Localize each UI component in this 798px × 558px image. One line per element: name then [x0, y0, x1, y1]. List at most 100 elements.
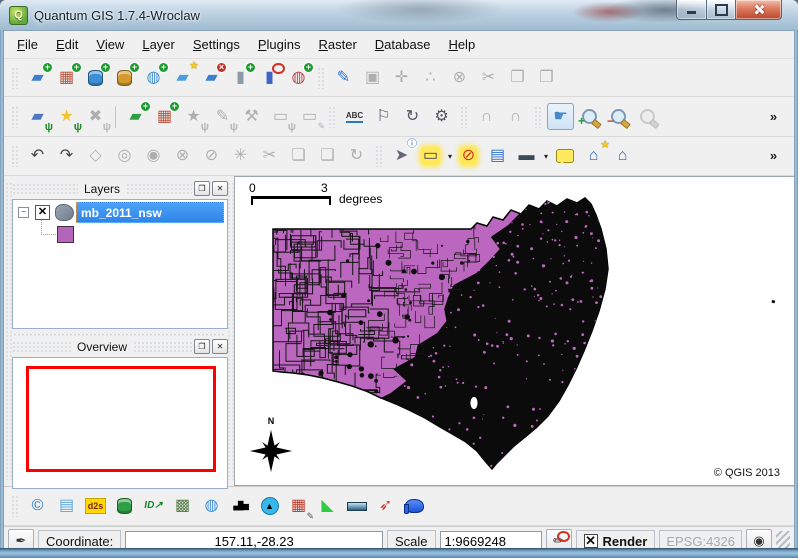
delete-part-button: ⊘	[198, 143, 225, 170]
north-label: N	[247, 416, 295, 426]
vector-layer-icon	[55, 204, 74, 221]
remove-layer-button[interactable]: ▰×	[198, 64, 225, 91]
select-features-button-dropdown[interactable]: ▾	[446, 152, 454, 161]
layer-visibility-checkbox[interactable]	[35, 205, 50, 220]
pan-map-button[interactable]: ☛	[547, 103, 574, 130]
panel-close-icon[interactable]	[212, 339, 228, 354]
simplify-feature-button: ◇	[82, 143, 109, 170]
north-arrow-plugin-button[interactable]: ▲	[256, 493, 283, 520]
label-properties-button[interactable]: ⚙	[428, 103, 455, 130]
toolbar-drag-handle[interactable]	[328, 106, 336, 128]
menu-help[interactable]: Help	[439, 33, 484, 56]
labeling-button[interactable]: ABC	[341, 103, 368, 130]
show-bookmarks-button[interactable]: ⌂	[609, 143, 636, 170]
evis-db-connection-plugin-button[interactable]	[111, 493, 138, 520]
menu-database[interactable]: Database	[366, 33, 440, 56]
maximize-button[interactable]	[707, 0, 735, 20]
toolbar-drag-handle[interactable]	[11, 145, 19, 167]
menu-file[interactable]: File	[8, 33, 47, 56]
overview-panel-header[interactable]: Overview	[12, 336, 228, 357]
nsw-meshblock-map[interactable]	[235, 177, 794, 485]
delete-selected-button: ⊗	[446, 64, 473, 91]
dxf2shp-plugin-button[interactable]: d2s	[82, 493, 109, 520]
add-postgis-layer-button[interactable]: +	[82, 64, 109, 91]
new-bookmark-button[interactable]: ⌂★	[580, 143, 607, 170]
layers-panel-header[interactable]: Layers	[12, 178, 228, 199]
toolbar-extension-row2-button[interactable]: »	[760, 103, 787, 130]
globe-plugin-button[interactable]: ◍	[198, 493, 225, 520]
toolbar-drag-handle[interactable]	[317, 67, 325, 89]
panel-float-icon[interactable]	[194, 339, 210, 354]
title-bar[interactable]: Quantum GIS 1.7.4-Wroclaw	[0, 0, 798, 31]
toolbar-drag-handle[interactable]	[375, 145, 383, 167]
move-label-button[interactable]: ⚐	[370, 103, 397, 130]
profile-plugin-button[interactable]: ▄█▅	[227, 493, 254, 520]
spit-elephant-plugin-button[interactable]	[401, 493, 428, 520]
toolbar-drag-handle[interactable]	[11, 67, 19, 89]
close-button[interactable]	[735, 0, 782, 20]
zoom-in-button[interactable]: +	[576, 103, 603, 130]
menu-plugins[interactable]: Plugins	[249, 33, 310, 56]
toolbar-extension-row3-button[interactable]: »	[760, 143, 787, 170]
layer-item-selected[interactable]: mb_2011_nsw	[76, 202, 224, 223]
toolbar-drag-handle[interactable]	[11, 106, 19, 128]
toolbar-drag-handle[interactable]	[11, 495, 19, 517]
deselect-features-button[interactable]: ⊘	[455, 143, 482, 170]
toolbar-drag-handle[interactable]	[534, 106, 542, 128]
add-wms-layer-button[interactable]: ◍+	[140, 64, 167, 91]
display-grass-region-button: ▭ψ	[267, 103, 294, 130]
minimize-button[interactable]	[676, 0, 707, 20]
mapserver-export-button[interactable]: ▮	[256, 64, 283, 91]
new-grass-mapset-button[interactable]: ★ψ	[53, 103, 80, 130]
evis-event-browser-plugin-button[interactable]: ▩	[169, 493, 196, 520]
map-tips-button[interactable]	[551, 143, 578, 170]
scale-bar-max-label: 3	[321, 181, 328, 195]
add-gpx-layer-button[interactable]: ▮+	[227, 64, 254, 91]
map-canvas[interactable]: 0 3 degrees N © QGIS 2013	[234, 176, 794, 486]
add-grass-raster-layer-button[interactable]: ▦+	[151, 103, 178, 130]
panel-float-icon[interactable]	[194, 181, 210, 196]
dock-handle-right[interactable]	[227, 182, 234, 480]
open-grass-mapset-button[interactable]: ▰ψ	[24, 103, 51, 130]
zoom-out-button[interactable]: −	[605, 103, 632, 130]
scale-bar-plugin-button[interactable]	[343, 493, 370, 520]
add-wfs-layer-button[interactable]: ◍+	[285, 64, 312, 91]
road-graph-plugin-button[interactable]: ➶	[372, 493, 399, 520]
undo-button[interactable]: ↶	[24, 143, 51, 170]
measure-button-dropdown[interactable]: ▾	[542, 152, 550, 161]
north-arrow: N	[247, 416, 295, 481]
scale-bar-unit: degrees	[339, 192, 382, 206]
panel-close-icon[interactable]	[212, 181, 228, 196]
menu-edit[interactable]: Edit	[47, 33, 87, 56]
measure-button[interactable]: ▬	[513, 143, 540, 170]
add-grass-vector-layer-button[interactable]: ▰+	[122, 103, 149, 130]
identify-button[interactable]: ➤ⓘ	[388, 143, 415, 170]
layer-expander-icon[interactable]	[18, 207, 29, 218]
redo-button[interactable]: ↷	[53, 143, 80, 170]
menu-raster[interactable]: Raster	[309, 33, 365, 56]
maximize-icon	[715, 4, 728, 16]
add-spatialite-layer-button[interactable]: +	[111, 64, 138, 91]
evis-id-tool-plugin-button[interactable]: ID↗	[140, 493, 167, 520]
menu-settings[interactable]: Settings	[184, 33, 249, 56]
layer-color-swatch[interactable]	[57, 226, 74, 243]
add-raster-layer-button[interactable]: ▦+	[53, 64, 80, 91]
raster-palette-plugin-button[interactable]: ▦✎	[285, 493, 312, 520]
copyright-label-plugin-button[interactable]: ©	[24, 493, 51, 520]
overview-map[interactable]	[12, 357, 228, 489]
render-checkbox[interactable]	[584, 534, 598, 548]
rotate-label-button[interactable]: ↻	[399, 103, 426, 130]
overview-extent-rectangle[interactable]	[26, 366, 216, 472]
save-edits-button: ▣	[359, 64, 386, 91]
new-shapefile-layer-button[interactable]: ▰★	[169, 64, 196, 91]
add-vector-layer-button[interactable]: ▰+	[24, 64, 51, 91]
open-attribute-table-button[interactable]: ▤	[484, 143, 511, 170]
dock-handle[interactable]	[5, 182, 12, 480]
quick-print-plugin-button[interactable]: ◣	[314, 493, 341, 520]
text-annotation-plugin-button[interactable]: ▤	[53, 493, 80, 520]
menu-view[interactable]: View	[87, 33, 133, 56]
menu-layer[interactable]: Layer	[133, 33, 184, 56]
toolbar-drag-handle[interactable]	[460, 106, 468, 128]
select-features-button[interactable]: ▭	[417, 143, 444, 170]
toggle-editing-button[interactable]: ✎	[330, 64, 357, 91]
